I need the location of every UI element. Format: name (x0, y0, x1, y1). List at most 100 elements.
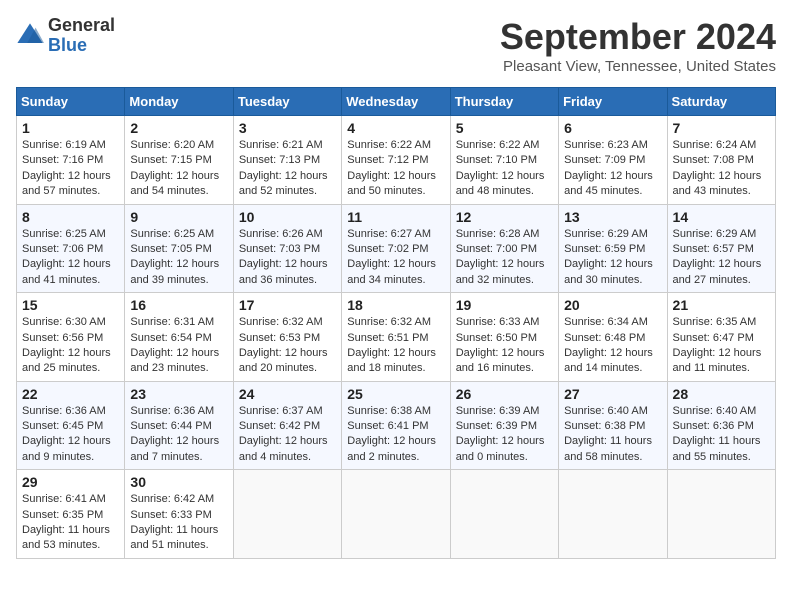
day-number: 14 (673, 209, 770, 225)
day-info: Sunrise: 6:36 AM Sunset: 6:45 PM Dayligh… (22, 404, 119, 466)
calendar-cell (559, 470, 667, 559)
calendar-cell: 14 Sunrise: 6:29 AM Sunset: 6:57 PM Dayli… (667, 204, 775, 293)
calendar-cell: 21Sunrise: 6:35 AM Sunset: 6:47 PM Dayli… (667, 293, 775, 382)
calendar-header: General Blue September 2024 Pleasant Vie… (16, 16, 776, 75)
calendar-cell: 20 Sunrise: 6:34 AM Sunset: 6:48 PM Dayli… (559, 293, 667, 382)
calendar-cell: 19 Sunrise: 6:33 AM Sunset: 6:50 PM Dayli… (450, 293, 558, 382)
day-number: 27 (564, 386, 661, 402)
day-info: Sunrise: 6:32 AM Sunset: 6:53 PM Dayligh… (239, 315, 336, 377)
day-info: Sunrise: 6:31 AM Sunset: 6:54 PM Dayligh… (130, 315, 227, 377)
day-header-tuesday: Tuesday (233, 88, 341, 116)
calendar-cell: 5Sunrise: 6:22 AM Sunset: 7:10 PM Daylig… (450, 116, 558, 205)
day-number: 4 (347, 120, 444, 136)
logo-icon (16, 22, 44, 50)
calendar-cell: 17 Sunrise: 6:32 AM Sunset: 6:53 PM Dayli… (233, 293, 341, 382)
day-number: 5 (456, 120, 553, 136)
day-info: Sunrise: 6:19 AM Sunset: 7:16 PM Dayligh… (22, 138, 119, 200)
logo: General Blue (16, 16, 115, 56)
calendar-cell: 28 Sunrise: 6:40 AM Sunset: 6:36 PM Dayli… (667, 381, 775, 470)
day-number: 15 (22, 297, 119, 313)
day-number: 25 (347, 386, 444, 402)
calendar-cell: 1Sunrise: 6:19 AM Sunset: 7:16 PM Daylig… (17, 116, 125, 205)
day-info: Sunrise: 6:21 AM Sunset: 7:13 PM Dayligh… (239, 138, 336, 200)
day-info: Sunrise: 6:42 AM Sunset: 6:33 PM Dayligh… (130, 492, 227, 554)
day-info: Sunrise: 6:40 AM Sunset: 6:36 PM Dayligh… (673, 404, 770, 466)
day-number: 6 (564, 120, 661, 136)
calendar-cell (667, 470, 775, 559)
day-header-sunday: Sunday (17, 88, 125, 116)
day-info: Sunrise: 6:33 AM Sunset: 6:50 PM Dayligh… (456, 315, 553, 377)
day-info: Sunrise: 6:25 AM Sunset: 7:06 PM Dayligh… (22, 227, 119, 289)
day-info: Sunrise: 6:32 AM Sunset: 6:51 PM Dayligh… (347, 315, 444, 377)
day-number: 23 (130, 386, 227, 402)
calendar-table: SundayMondayTuesdayWednesdayThursdayFrid… (16, 87, 776, 559)
day-info: Sunrise: 6:34 AM Sunset: 6:48 PM Dayligh… (564, 315, 661, 377)
calendar-title: September 2024 (500, 16, 776, 58)
calendar-cell: 4 Sunrise: 6:22 AM Sunset: 7:12 PM Daylig… (342, 116, 450, 205)
calendar-cell: 27 Sunrise: 6:40 AM Sunset: 6:38 PM Dayli… (559, 381, 667, 470)
calendar-cell: 13Sunrise: 6:29 AM Sunset: 6:59 PM Dayli… (559, 204, 667, 293)
calendar-cell: 8 Sunrise: 6:25 AM Sunset: 7:06 PM Daylig… (17, 204, 125, 293)
day-number: 29 (22, 474, 119, 490)
day-number: 2 (130, 120, 227, 136)
day-header-saturday: Saturday (667, 88, 775, 116)
day-number: 8 (22, 209, 119, 225)
day-number: 7 (673, 120, 770, 136)
week-row-3: 15 Sunrise: 6:30 AM Sunset: 6:56 PM Dayli… (17, 293, 776, 382)
calendar-cell: 18Sunrise: 6:32 AM Sunset: 6:51 PM Dayli… (342, 293, 450, 382)
calendar-cell: 24 Sunrise: 6:37 AM Sunset: 6:42 PM Dayli… (233, 381, 341, 470)
day-info: Sunrise: 6:27 AM Sunset: 7:02 PM Dayligh… (347, 227, 444, 289)
day-number: 16 (130, 297, 227, 313)
week-row-4: 22 Sunrise: 6:36 AM Sunset: 6:45 PM Dayli… (17, 381, 776, 470)
calendar-cell: 23Sunrise: 6:36 AM Sunset: 6:44 PM Dayli… (125, 381, 233, 470)
day-number: 17 (239, 297, 336, 313)
day-info: Sunrise: 6:41 AM Sunset: 6:35 PM Dayligh… (22, 492, 119, 554)
week-row-2: 8 Sunrise: 6:25 AM Sunset: 7:06 PM Daylig… (17, 204, 776, 293)
calendar-cell: 9 Sunrise: 6:25 AM Sunset: 7:05 PM Daylig… (125, 204, 233, 293)
day-number: 22 (22, 386, 119, 402)
day-number: 3 (239, 120, 336, 136)
calendar-cell: 16 Sunrise: 6:31 AM Sunset: 6:54 PM Dayli… (125, 293, 233, 382)
day-number: 30 (130, 474, 227, 490)
calendar-cell: 11 Sunrise: 6:27 AM Sunset: 7:02 PM Dayli… (342, 204, 450, 293)
calendar-cell (233, 470, 341, 559)
day-info: Sunrise: 6:28 AM Sunset: 7:00 PM Dayligh… (456, 227, 553, 289)
calendar-subtitle: Pleasant View, Tennessee, United States (500, 58, 776, 75)
day-number: 24 (239, 386, 336, 402)
day-info: Sunrise: 6:29 AM Sunset: 6:59 PM Dayligh… (564, 227, 661, 289)
calendar-cell (342, 470, 450, 559)
day-number: 20 (564, 297, 661, 313)
day-number: 11 (347, 209, 444, 225)
day-header-thursday: Thursday (450, 88, 558, 116)
calendar-cell: 7 Sunrise: 6:24 AM Sunset: 7:08 PM Daylig… (667, 116, 775, 205)
calendar-cell (450, 470, 558, 559)
day-info: Sunrise: 6:22 AM Sunset: 7:12 PM Dayligh… (347, 138, 444, 200)
calendar-cell: 15 Sunrise: 6:30 AM Sunset: 6:56 PM Dayli… (17, 293, 125, 382)
day-number: 9 (130, 209, 227, 225)
day-info: Sunrise: 6:40 AM Sunset: 6:38 PM Dayligh… (564, 404, 661, 466)
day-number: 28 (673, 386, 770, 402)
week-row-1: 1Sunrise: 6:19 AM Sunset: 7:16 PM Daylig… (17, 116, 776, 205)
calendar-cell: 3 Sunrise: 6:21 AM Sunset: 7:13 PM Daylig… (233, 116, 341, 205)
calendar-cell: 6Sunrise: 6:23 AM Sunset: 7:09 PM Daylig… (559, 116, 667, 205)
day-header-friday: Friday (559, 88, 667, 116)
day-number: 21 (673, 297, 770, 313)
calendar-cell: 26 Sunrise: 6:39 AM Sunset: 6:39 PM Dayli… (450, 381, 558, 470)
day-info: Sunrise: 6:26 AM Sunset: 7:03 PM Dayligh… (239, 227, 336, 289)
day-info: Sunrise: 6:25 AM Sunset: 7:05 PM Dayligh… (130, 227, 227, 289)
day-header-monday: Monday (125, 88, 233, 116)
day-info: Sunrise: 6:39 AM Sunset: 6:39 PM Dayligh… (456, 404, 553, 466)
calendar-cell: 2Sunrise: 6:20 AM Sunset: 7:15 PM Daylig… (125, 116, 233, 205)
week-row-5: 29 Sunrise: 6:41 AM Sunset: 6:35 PM Dayli… (17, 470, 776, 559)
title-section: September 2024 Pleasant View, Tennessee,… (500, 16, 776, 75)
calendar-cell: 10 Sunrise: 6:26 AM Sunset: 7:03 PM Dayli… (233, 204, 341, 293)
day-info: Sunrise: 6:24 AM Sunset: 7:08 PM Dayligh… (673, 138, 770, 200)
day-info: Sunrise: 6:30 AM Sunset: 6:56 PM Dayligh… (22, 315, 119, 377)
day-number: 19 (456, 297, 553, 313)
logo-text: General Blue (48, 16, 115, 56)
day-info: Sunrise: 6:37 AM Sunset: 6:42 PM Dayligh… (239, 404, 336, 466)
day-info: Sunrise: 6:29 AM Sunset: 6:57 PM Dayligh… (673, 227, 770, 289)
calendar-cell: 25Sunrise: 6:38 AM Sunset: 6:41 PM Dayli… (342, 381, 450, 470)
day-number: 10 (239, 209, 336, 225)
day-number: 26 (456, 386, 553, 402)
